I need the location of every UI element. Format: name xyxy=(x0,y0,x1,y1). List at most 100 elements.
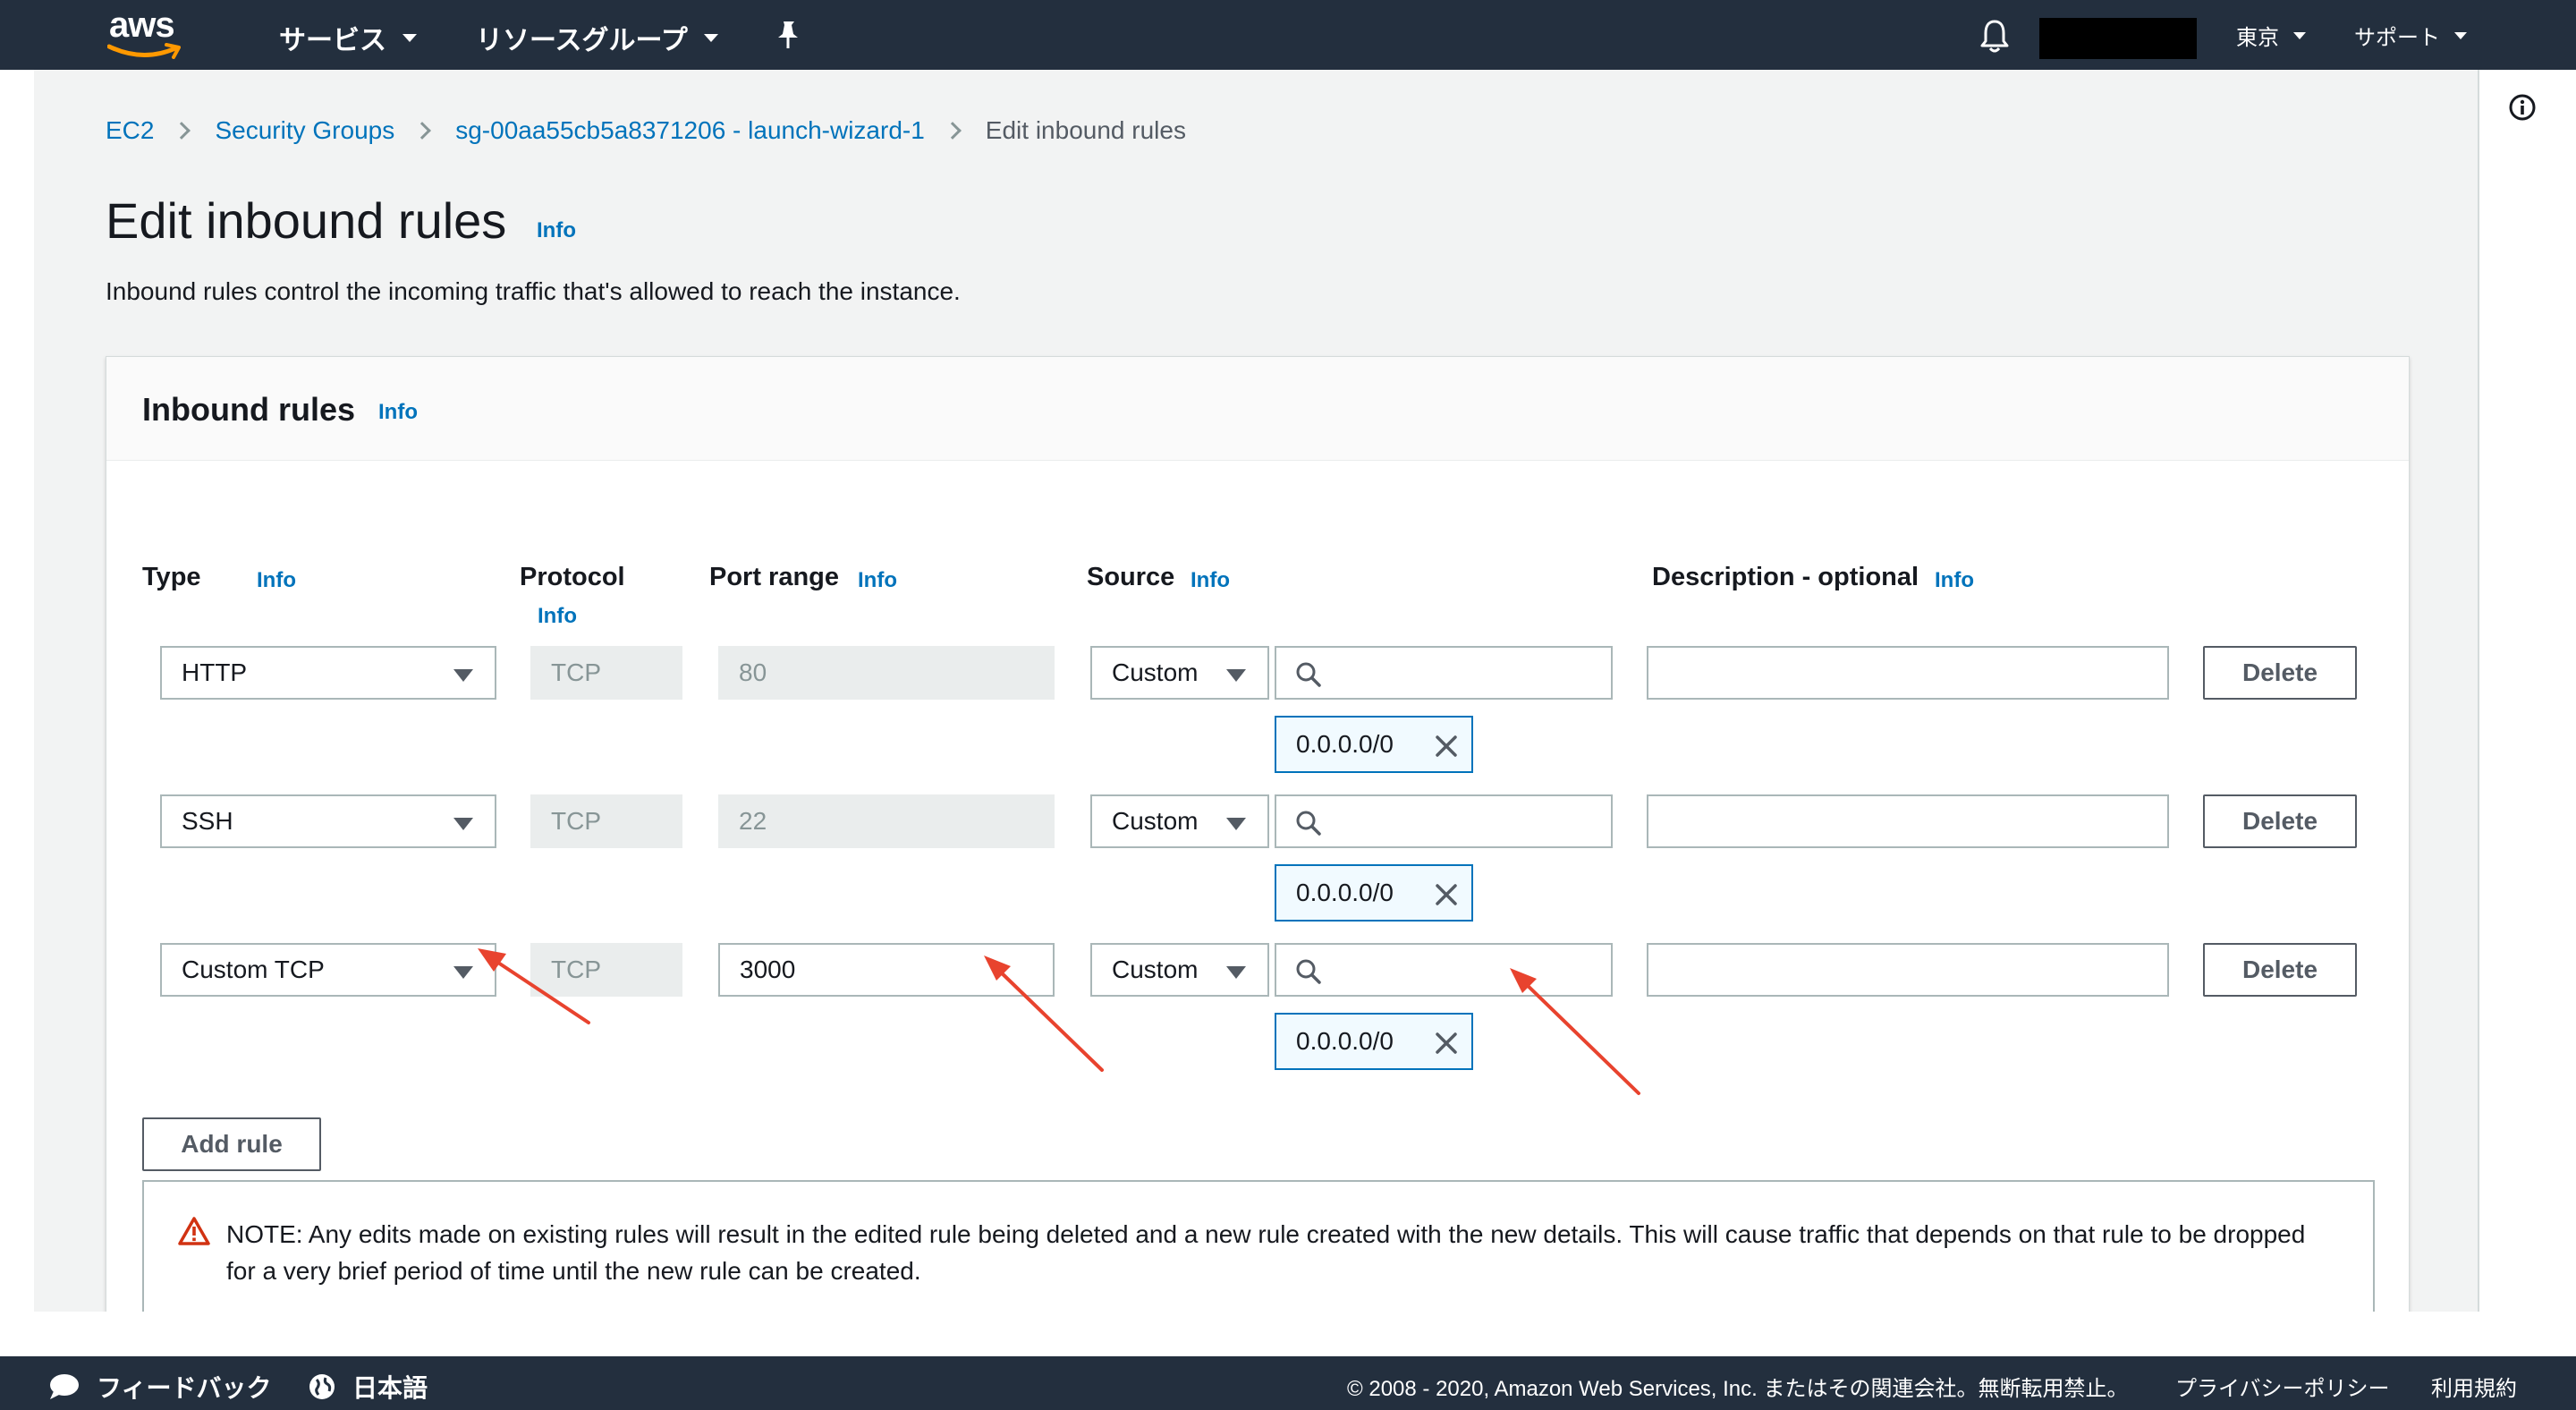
terms-link[interactable]: 利用規約 xyxy=(2431,1371,2517,1402)
rule-type-value: SSH xyxy=(182,807,233,835)
note-text: NOTE: Any edits made on existing rules w… xyxy=(226,1220,2306,1285)
rule-source-cidr-token: 0.0.0.0/0 xyxy=(1275,864,1473,922)
rule-source-type-select[interactable]: Custom xyxy=(1090,794,1269,848)
support-label: サポート xyxy=(2354,26,2440,50)
port-range-info-link[interactable]: Info xyxy=(858,568,897,593)
region-label: 東京 xyxy=(2236,26,2279,50)
chevron-right-icon xyxy=(173,122,191,140)
cidr-token-value: 0.0.0.0/0 xyxy=(1296,730,1394,758)
delete-button-label: Delete xyxy=(2241,807,2318,835)
rule-source-type-select[interactable]: Custom xyxy=(1090,646,1269,700)
dropdown-triangle-icon xyxy=(1226,966,1246,979)
close-icon[interactable] xyxy=(1434,734,1459,759)
close-icon[interactable] xyxy=(1434,1031,1459,1056)
rule-source-type-value: Custom xyxy=(1112,807,1199,835)
breadcrumb-security-groups[interactable]: Security Groups xyxy=(215,116,394,145)
dropdown-triangle-icon xyxy=(453,966,473,979)
rule-protocol-value: TCP xyxy=(551,807,601,835)
notifications-bell-icon[interactable] xyxy=(1979,18,2011,54)
rule-protocol-value: TCP xyxy=(551,956,601,983)
rule-source-search-input[interactable] xyxy=(1275,646,1613,700)
region-menu[interactable]: 東京 xyxy=(2236,20,2306,51)
search-icon xyxy=(1296,959,1321,984)
language-selector[interactable]: 日本語 xyxy=(308,1369,428,1405)
pin-icon[interactable] xyxy=(775,20,801,50)
chevron-down-icon xyxy=(2454,31,2467,39)
rule-source-cidr-token: 0.0.0.0/0 xyxy=(1275,716,1473,773)
panel-title-info-link[interactable]: Info xyxy=(378,400,418,425)
rule-type-value: HTTP xyxy=(182,658,248,686)
protocol-info-link[interactable]: Info xyxy=(538,604,577,629)
rule-protocol-field: TCP xyxy=(530,646,682,700)
rule-type-select[interactable]: SSH xyxy=(160,794,496,848)
delete-rule-button[interactable]: Delete xyxy=(2203,646,2357,700)
rule-port-range-input[interactable]: 3000 xyxy=(718,943,1055,997)
cidr-token-value: 0.0.0.0/0 xyxy=(1296,879,1394,906)
resource-groups-menu[interactable]: リソースグループ xyxy=(476,18,718,57)
top-navigation-bar: aws サービス リソースグループ 東京 サポート xyxy=(0,0,2576,70)
page-title: Edit inbound rules xyxy=(106,192,507,249)
rule-description-input[interactable] xyxy=(1647,794,2169,848)
column-header-description: Description - optional xyxy=(1652,563,1919,591)
warning-triangle-icon xyxy=(178,1217,210,1245)
page-title-info-link[interactable]: Info xyxy=(537,218,576,243)
panel-header: Inbound rules Info xyxy=(106,357,2409,461)
cidr-token-value: 0.0.0.0/0 xyxy=(1296,1027,1394,1055)
resource-groups-label: リソースグループ xyxy=(476,26,688,55)
rule-type-select[interactable]: Custom TCP xyxy=(160,943,496,997)
close-icon[interactable] xyxy=(1434,882,1459,907)
chevron-down-icon xyxy=(402,33,417,42)
breadcrumb-security-group[interactable]: sg-00aa55cb5a8371206 - launch-wizard-1 xyxy=(455,116,925,145)
rule-type-value: Custom TCP xyxy=(182,956,325,983)
source-info-link[interactable]: Info xyxy=(1191,568,1230,593)
delete-rule-button[interactable]: Delete xyxy=(2203,794,2357,848)
redacted-account-name[interactable] xyxy=(2039,18,2197,59)
help-side-panel xyxy=(2478,70,2576,1312)
support-menu[interactable]: サポート xyxy=(2354,20,2467,51)
rule-type-select[interactable]: HTTP xyxy=(160,646,496,700)
feedback-link[interactable]: フィードバック xyxy=(48,1369,271,1405)
rule-source-cidr-token: 0.0.0.0/0 xyxy=(1275,1013,1473,1070)
delete-button-label: Delete xyxy=(2241,956,2318,983)
search-icon xyxy=(1296,811,1321,836)
rule-source-type-select[interactable]: Custom xyxy=(1090,943,1269,997)
speech-bubble-icon xyxy=(50,1374,79,1399)
rule-source-search-input[interactable] xyxy=(1275,943,1613,997)
breadcrumb-ec2[interactable]: EC2 xyxy=(106,116,154,145)
main-content: EC2 Security Groups sg-00aa55cb5a8371206… xyxy=(34,70,2478,1312)
delete-rule-button[interactable]: Delete xyxy=(2203,943,2357,997)
privacy-policy-link[interactable]: プライバシーポリシー xyxy=(2175,1371,2390,1402)
warning-note: NOTE: Any edits made on existing rules w… xyxy=(142,1180,2375,1312)
rule-description-input[interactable] xyxy=(1647,646,2169,700)
aws-smile-icon xyxy=(107,43,181,59)
rule-description-input[interactable] xyxy=(1647,943,2169,997)
dropdown-triangle-icon xyxy=(1226,669,1246,682)
column-header-port-range: Port range xyxy=(709,563,840,591)
description-info-link[interactable]: Info xyxy=(1935,568,1974,593)
chevron-down-icon xyxy=(2293,31,2306,39)
type-info-link[interactable]: Info xyxy=(257,568,296,593)
chevron-down-icon xyxy=(703,33,718,42)
info-circle-icon[interactable] xyxy=(2508,93,2537,122)
globe-icon xyxy=(309,1374,335,1399)
language-label: 日本語 xyxy=(352,1374,428,1402)
add-rule-label: Add rule xyxy=(181,1130,283,1158)
rule-port-value: 80 xyxy=(739,658,767,686)
rule-protocol-value: TCP xyxy=(551,658,601,686)
add-rule-button[interactable]: Add rule xyxy=(142,1117,321,1171)
dropdown-triangle-icon xyxy=(453,669,473,682)
aws-logo[interactable]: aws xyxy=(106,5,188,63)
rule-protocol-field: TCP xyxy=(530,943,682,997)
chevron-right-icon xyxy=(413,122,432,140)
rule-source-search-input[interactable] xyxy=(1275,794,1613,848)
delete-button-label: Delete xyxy=(2241,658,2318,686)
rule-port-value: 22 xyxy=(739,807,767,835)
panel-title: Inbound rules xyxy=(142,391,355,428)
rule-port-value: 3000 xyxy=(740,956,796,983)
column-header-source: Source xyxy=(1087,563,1175,591)
rule-protocol-field: TCP xyxy=(530,794,682,848)
footer-bar: フィードバック 日本語 © 2008 - 2020, Amazon Web Se… xyxy=(0,1356,2576,1410)
chevron-right-icon xyxy=(943,122,962,140)
search-icon xyxy=(1296,662,1321,687)
services-menu[interactable]: サービス xyxy=(279,18,417,57)
